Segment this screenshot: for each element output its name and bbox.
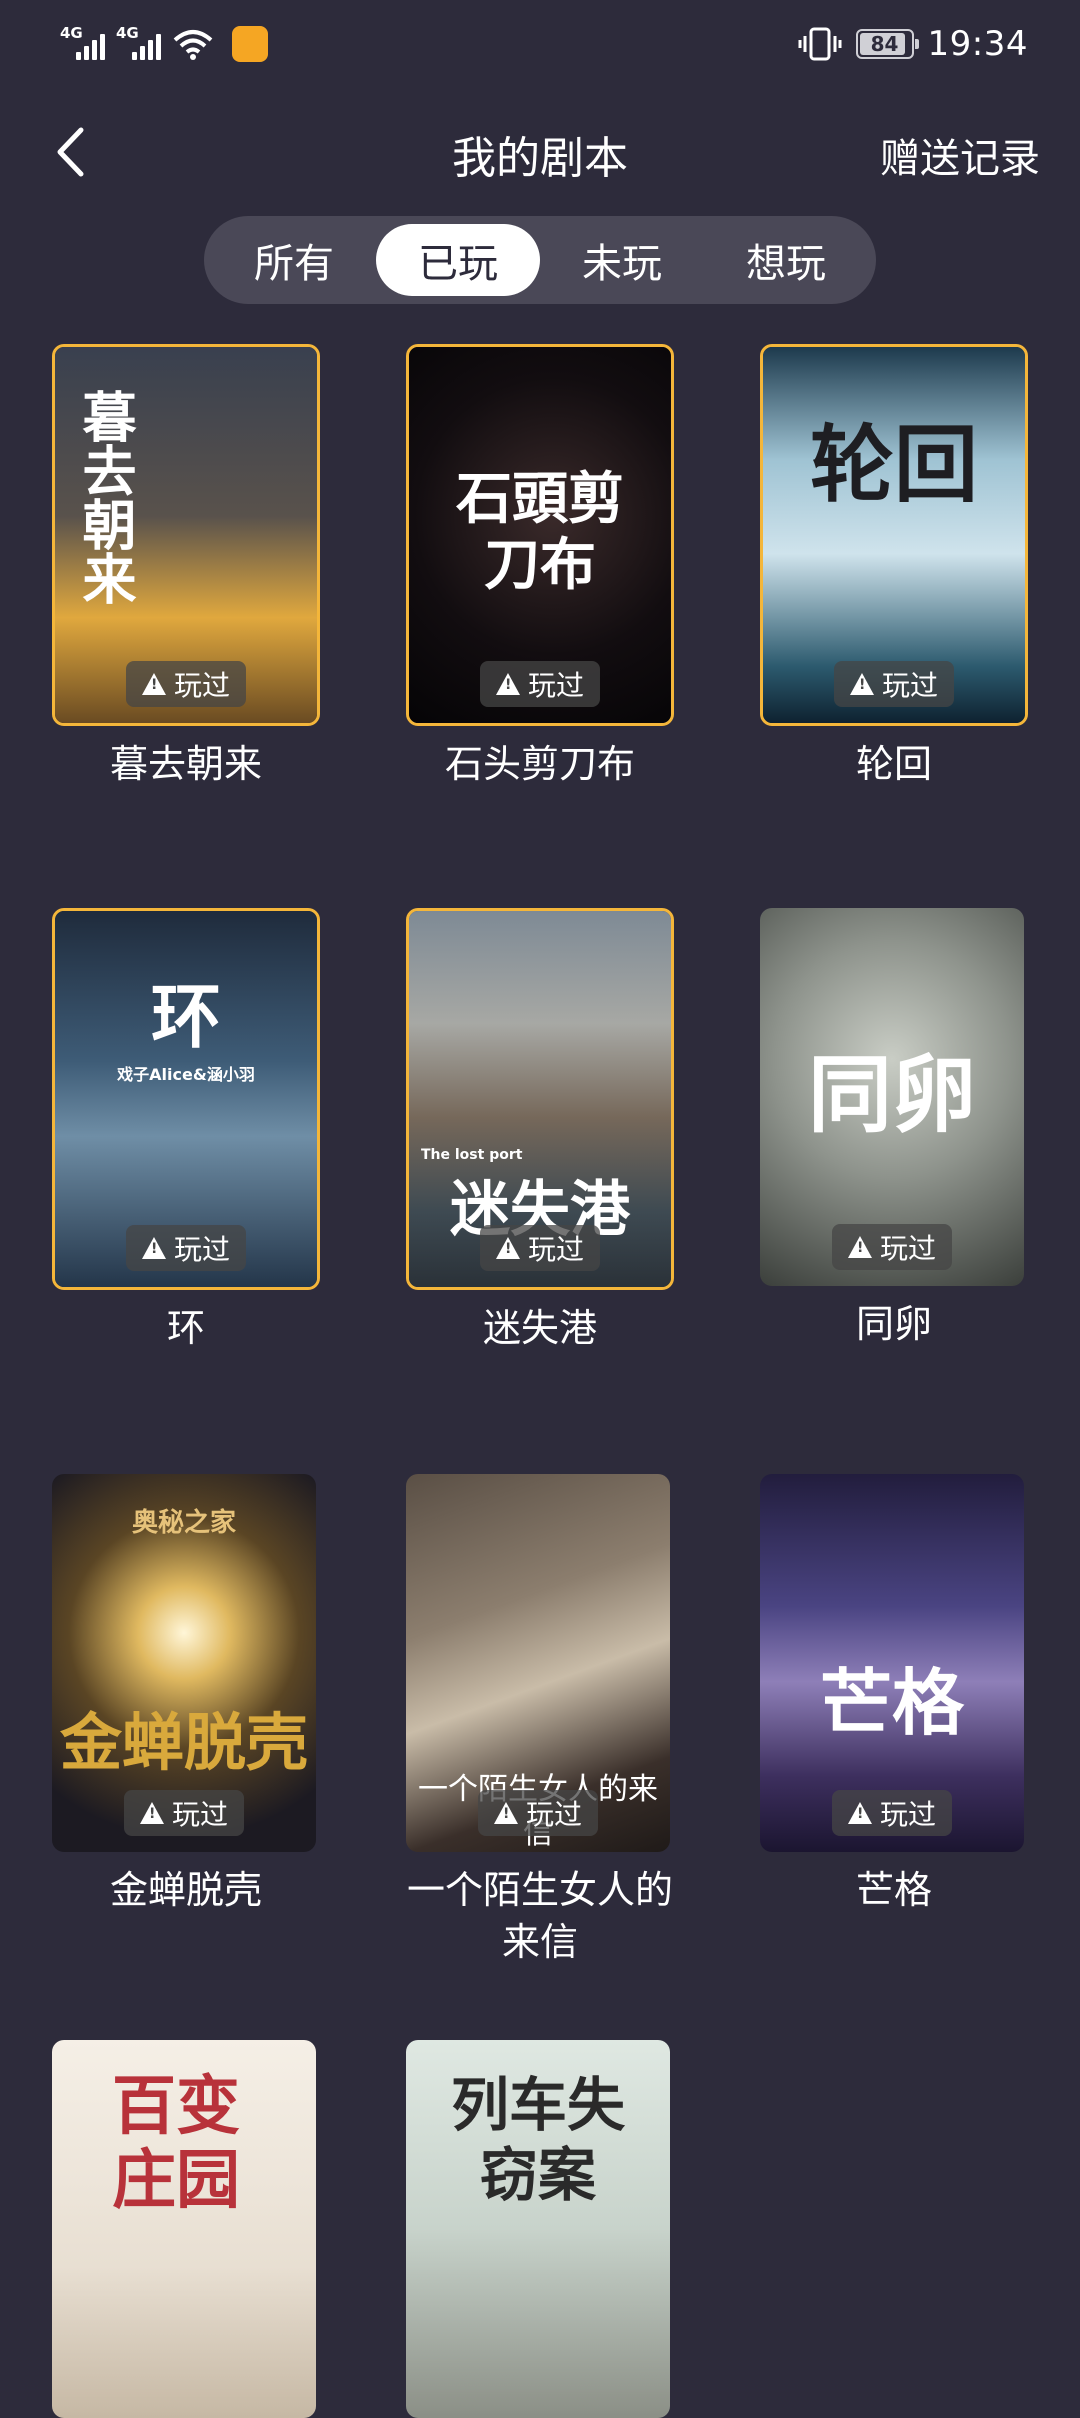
script-card[interactable]: 同卵 玩过 同卵 bbox=[760, 908, 1028, 1350]
played-label: 玩过 bbox=[173, 1233, 231, 1266]
network-type-label: 4G bbox=[60, 24, 83, 42]
script-cover[interactable]: 同卵 玩过 bbox=[760, 908, 1024, 1286]
battery-level: 84 bbox=[870, 32, 899, 56]
warning-icon bbox=[493, 1802, 518, 1824]
cover-title: 列车失窃案 bbox=[450, 2071, 625, 2209]
script-cover[interactable]: 石頭剪刀布 玩过 bbox=[406, 344, 674, 726]
played-label: 玩过 bbox=[173, 669, 231, 702]
tab-played[interactable]: 已玩 bbox=[376, 224, 540, 296]
script-name: 一个陌生女人的来信 bbox=[406, 1868, 673, 1964]
played-badge: 玩过 bbox=[831, 1224, 953, 1270]
script-name: 同卵 bbox=[855, 1302, 932, 1346]
warning-icon bbox=[495, 1237, 520, 1259]
tab-all[interactable]: 所有 bbox=[212, 224, 376, 296]
script-card[interactable]: 一个陌生女人的来信 玩过 一个陌生女人的来信 bbox=[406, 1474, 674, 1968]
script-card[interactable]: 百变庄园 bbox=[52, 2040, 320, 2418]
app-notification-icon bbox=[232, 26, 268, 62]
cover-title: 同卵 bbox=[807, 1046, 976, 1144]
script-name: 暮去朝来 bbox=[109, 742, 262, 786]
script-card[interactable]: 列车失窃案 bbox=[406, 2040, 674, 2418]
played-label: 玩过 bbox=[525, 1798, 583, 1831]
script-cover[interactable]: The lost port 迷失港 玩过 bbox=[406, 908, 674, 1290]
played-badge: 玩过 bbox=[477, 1790, 599, 1836]
played-label: 玩过 bbox=[881, 669, 939, 702]
clock: 19:34 bbox=[927, 24, 1028, 64]
played-badge: 玩过 bbox=[125, 1225, 247, 1271]
app-header: 我的剧本 赠送记录 bbox=[0, 112, 1080, 196]
warning-icon bbox=[141, 1237, 166, 1259]
script-name: 金蝉脱壳 bbox=[109, 1868, 262, 1912]
warning-icon bbox=[849, 673, 874, 695]
script-cover[interactable]: 百变庄园 bbox=[52, 2040, 316, 2418]
script-cover[interactable]: 奥秘之家 金蝉脱壳 玩过 bbox=[52, 1474, 316, 1852]
script-cover[interactable]: 环 戏子Alice&涵小羽 玩过 bbox=[52, 908, 320, 1290]
script-cover[interactable]: 一个陌生女人的来信 玩过 bbox=[406, 1474, 670, 1852]
cell-signal-icon: 4G bbox=[60, 24, 106, 64]
played-badge: 玩过 bbox=[831, 1790, 953, 1836]
script-card[interactable]: 轮回 玩过 轮回 bbox=[760, 344, 1028, 790]
battery-icon: 84 bbox=[855, 29, 919, 59]
script-card[interactable]: 石頭剪刀布 玩过 石头剪刀布 bbox=[406, 344, 674, 790]
script-card[interactable]: The lost port 迷失港 玩过 迷失港 bbox=[406, 908, 674, 1354]
played-badge: 玩过 bbox=[479, 661, 601, 707]
cover-title: 芒格 bbox=[819, 1661, 964, 1745]
script-name: 轮回 bbox=[855, 742, 932, 786]
played-badge: 玩过 bbox=[833, 661, 955, 707]
script-name: 环 bbox=[166, 1306, 205, 1350]
script-cover[interactable]: 芒格 玩过 bbox=[760, 1474, 1024, 1852]
played-label: 玩过 bbox=[879, 1798, 937, 1831]
wifi-icon bbox=[172, 26, 214, 62]
vibrate-icon bbox=[798, 27, 842, 61]
cover-title: 百变庄园 bbox=[112, 2070, 240, 2218]
cover-title: 金蝉脱壳 bbox=[59, 1706, 308, 1779]
played-label: 玩过 bbox=[527, 1233, 585, 1266]
warning-icon bbox=[139, 1802, 164, 1824]
cover-subtitle: 戏子Alice&涵小羽 bbox=[117, 1065, 255, 1084]
cover-subtitle: 奥秘之家 bbox=[131, 1508, 236, 1538]
script-cover[interactable]: 轮回 玩过 bbox=[760, 344, 1028, 726]
warning-icon bbox=[495, 673, 520, 695]
filter-tabs: 所有 已玩 未玩 想玩 bbox=[204, 216, 876, 304]
tab-want-to-play[interactable]: 想玩 bbox=[704, 224, 868, 296]
cover-title: 暮去朝来 bbox=[73, 389, 136, 605]
played-label: 玩过 bbox=[171, 1798, 229, 1831]
script-name: 石头剪刀布 bbox=[444, 742, 635, 786]
tab-unplayed[interactable]: 未玩 bbox=[540, 224, 704, 296]
played-badge: 玩过 bbox=[123, 1790, 245, 1836]
script-name: 芒格 bbox=[855, 1868, 932, 1912]
played-label: 玩过 bbox=[527, 669, 585, 702]
script-name: 迷失港 bbox=[482, 1306, 597, 1350]
network-type-label: 4G bbox=[116, 24, 139, 42]
played-badge: 玩过 bbox=[479, 1225, 601, 1271]
warning-icon bbox=[847, 1802, 872, 1824]
script-card[interactable]: 环 戏子Alice&涵小羽 玩过 环 bbox=[52, 908, 320, 1354]
cell-signal-icon: 4G bbox=[116, 24, 162, 64]
script-card[interactable]: 奥秘之家 金蝉脱壳 玩过 金蝉脱壳 bbox=[52, 1474, 320, 1916]
script-card[interactable]: 暮去朝来 玩过 暮去朝来 bbox=[52, 344, 320, 790]
cover-title: 轮回 bbox=[809, 416, 978, 514]
script-cover[interactable]: 列车失窃案 bbox=[406, 2040, 670, 2418]
script-cover[interactable]: 暮去朝来 玩过 bbox=[52, 344, 320, 726]
cover-title: 石頭剪刀布 bbox=[456, 467, 624, 598]
status-bar: 4G 4G 84 19:34 bbox=[0, 0, 1080, 92]
warning-icon bbox=[847, 1236, 872, 1258]
played-label: 玩过 bbox=[879, 1232, 937, 1265]
played-badge: 玩过 bbox=[125, 661, 247, 707]
script-card[interactable]: 芒格 玩过 芒格 bbox=[760, 1474, 1028, 1916]
warning-icon bbox=[141, 673, 166, 695]
gift-record-link[interactable]: 赠送记录 bbox=[880, 126, 1040, 184]
cover-title: 环 bbox=[151, 976, 221, 1058]
